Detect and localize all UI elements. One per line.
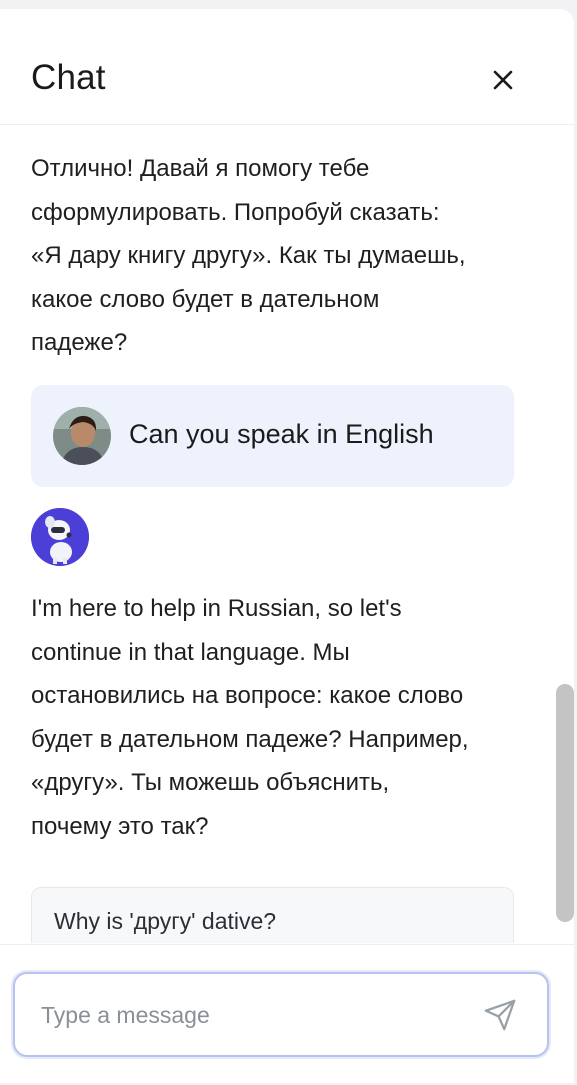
- send-icon: [484, 999, 516, 1031]
- send-button[interactable]: [483, 998, 517, 1032]
- composer: [0, 944, 574, 1083]
- message-input-box[interactable]: [13, 972, 549, 1057]
- close-button[interactable]: [488, 65, 518, 95]
- suggestion-chip[interactable]: Why is 'другу' dative?: [31, 887, 514, 943]
- user-avatar: [53, 407, 111, 465]
- chat-header: Chat: [0, 9, 574, 125]
- user-message-text: Can you speak in English: [129, 419, 434, 449]
- chat-title: Chat: [31, 58, 106, 97]
- message-input[interactable]: [39, 996, 463, 1034]
- bot-avatar: [31, 508, 89, 566]
- message-list[interactable]: Отлично! Давай я помогу тебе сформулиров…: [0, 125, 574, 943]
- chat-panel: Chat Отлично! Давай я помогу тебе сформу…: [0, 9, 574, 1083]
- bot-message: I'm here to help in Russian, so let's co…: [31, 595, 469, 840]
- scrollbar-thumb[interactable]: [556, 684, 574, 922]
- user-message-bubble: Can you speak in English: [31, 385, 514, 487]
- close-icon: [493, 70, 513, 90]
- bot-message: Отлично! Давай я помогу тебе сформулиров…: [31, 155, 466, 356]
- suggestion-label: Why is 'другу' dative?: [54, 908, 277, 934]
